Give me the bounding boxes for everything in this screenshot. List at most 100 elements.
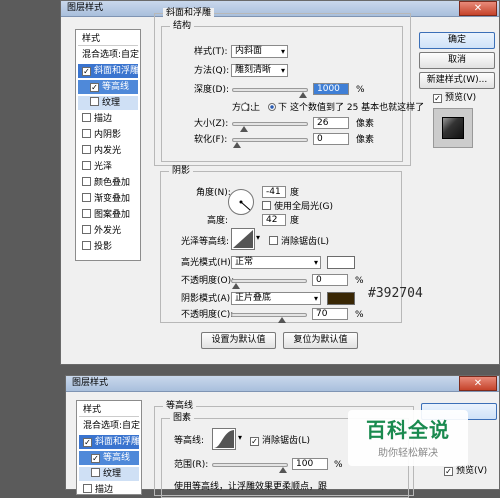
shadow-opacity-input[interactable]: 70 bbox=[312, 308, 348, 320]
checkbox-icon[interactable] bbox=[82, 161, 91, 170]
checkbox-checked-icon[interactable]: ✓ bbox=[91, 454, 100, 463]
close-button[interactable]: ✕ bbox=[459, 1, 497, 16]
sidebar-item-label: 等高线 bbox=[102, 82, 130, 92]
sidebar-item-label: 外发光 bbox=[94, 226, 122, 236]
checkbox-icon[interactable] bbox=[82, 209, 91, 218]
sidebar-item[interactable]: 样式 bbox=[79, 403, 139, 417]
contour-label: 等高线: bbox=[174, 436, 205, 446]
checkbox-checked-icon[interactable]: ✓ bbox=[82, 67, 91, 76]
sidebar-item[interactable]: 描边 bbox=[78, 112, 138, 126]
highlight-opacity-thumb[interactable] bbox=[232, 283, 240, 289]
close-button[interactable]: ✕ bbox=[459, 376, 497, 391]
dialog-title: 图层样式 bbox=[67, 3, 104, 13]
depth-input[interactable]: 1000 bbox=[313, 83, 349, 95]
technique-select[interactable]: 雕刻清晰 ▾ bbox=[231, 64, 288, 77]
size-slider-thumb[interactable] bbox=[240, 126, 249, 132]
depth-slider-thumb[interactable] bbox=[299, 92, 307, 98]
shadow-opacity-slider[interactable] bbox=[231, 313, 307, 323]
sidebar-item[interactable]: 混合选项:自定 bbox=[78, 48, 140, 62]
sidebar-item[interactable]: ✓ 斜面和浮雕 bbox=[79, 435, 140, 449]
highlight-opacity-slider[interactable] bbox=[231, 279, 307, 289]
direction-down-label: 下 bbox=[278, 103, 288, 113]
depth-slider[interactable] bbox=[232, 88, 308, 98]
checkbox-icon[interactable] bbox=[82, 129, 91, 138]
sidebar-item[interactable]: ✓ 等高线 bbox=[78, 80, 138, 94]
highlight-color-swatch[interactable] bbox=[327, 256, 355, 269]
size-slider[interactable] bbox=[232, 122, 308, 132]
angle-dial[interactable] bbox=[228, 189, 254, 215]
shadow-opacity-thumb[interactable] bbox=[278, 317, 287, 323]
soften-slider[interactable] bbox=[232, 138, 308, 148]
sidebar-item-label: 等高线 bbox=[103, 453, 131, 463]
angle-label: 角度(N): bbox=[196, 188, 231, 198]
contour-picker[interactable] bbox=[212, 428, 236, 450]
sidebar-item[interactable]: 内阴影 bbox=[78, 128, 138, 142]
checkbox-icon[interactable] bbox=[82, 225, 91, 234]
sidebar-item[interactable]: 描边 bbox=[79, 483, 139, 497]
altitude-input[interactable]: 42 bbox=[262, 214, 286, 226]
direction-up-radio[interactable]: 上 bbox=[241, 102, 260, 114]
sidebar-item[interactable]: 纹理 bbox=[79, 467, 139, 481]
ok-button[interactable]: 确定 bbox=[419, 32, 495, 49]
checkbox-icon[interactable] bbox=[83, 484, 92, 493]
sidebar-item-label: 样式 bbox=[83, 405, 102, 415]
preview-checkbox[interactable]: ✓ 预览(V) bbox=[433, 92, 476, 104]
checkbox-icon[interactable] bbox=[82, 113, 91, 122]
sidebar-item[interactable]: 图案叠加 bbox=[78, 208, 138, 222]
style-select[interactable]: 内斜面 ▾ bbox=[231, 45, 288, 58]
depth-label: 深度(D): bbox=[194, 85, 229, 95]
sidebar-item-label: 内阴影 bbox=[94, 130, 122, 140]
checkbox-checked-icon[interactable]: ✓ bbox=[90, 83, 99, 92]
preview-checkbox-2[interactable]: ✓ 预览(V) bbox=[444, 465, 487, 477]
sidebar-item-label: 内发光 bbox=[94, 146, 122, 156]
sidebar-item[interactable]: ✓ 斜面和浮雕 bbox=[78, 64, 139, 78]
shadow-mode-select[interactable]: 正片叠底 ▾ bbox=[231, 292, 321, 305]
checkbox-icon[interactable] bbox=[90, 97, 99, 106]
sidebar-item[interactable]: 颜色叠加 bbox=[78, 176, 138, 190]
sidebar-item[interactable]: 投影 bbox=[78, 240, 138, 254]
angle-input[interactable]: -41 bbox=[262, 186, 286, 198]
checkbox-checked-icon[interactable]: ✓ bbox=[83, 438, 92, 447]
highlight-opacity-input[interactable]: 0 bbox=[312, 274, 348, 286]
sidebar-item-label: 混合选项:自定 bbox=[83, 421, 141, 431]
antialias-checkbox[interactable]: 消除锯齿(L) bbox=[269, 236, 329, 248]
chevron-down-icon[interactable]: ▾ bbox=[238, 433, 242, 442]
checkbox-icon[interactable] bbox=[82, 177, 91, 186]
sidebar-item-label: 纹理 bbox=[103, 469, 122, 479]
range-unit: % bbox=[334, 460, 343, 470]
checkbox-checked-icon: ✓ bbox=[250, 437, 259, 446]
soften-input[interactable]: 0 bbox=[313, 133, 349, 145]
sidebar-item[interactable]: 光泽 bbox=[78, 160, 138, 174]
sidebar-item[interactable]: 内发光 bbox=[78, 144, 138, 158]
gloss-contour-picker[interactable] bbox=[231, 228, 255, 250]
checkbox-icon[interactable] bbox=[91, 468, 100, 477]
range-slider-thumb[interactable] bbox=[279, 467, 287, 473]
sidebar-item[interactable]: 外发光 bbox=[78, 224, 138, 238]
checkbox-icon[interactable] bbox=[82, 241, 91, 250]
highlight-mode-select[interactable]: 正常 ▾ bbox=[231, 256, 321, 269]
chevron-down-icon[interactable]: ▾ bbox=[256, 233, 260, 242]
sidebar-item[interactable]: ✓ 等高线 bbox=[79, 451, 139, 465]
range-slider[interactable] bbox=[212, 463, 288, 473]
make-default-button[interactable]: 设置为默认值 bbox=[201, 332, 276, 349]
cancel-button[interactable]: 取消 bbox=[419, 52, 495, 69]
soften-slider-thumb[interactable] bbox=[233, 142, 241, 148]
range-input[interactable]: 100 bbox=[292, 458, 328, 470]
sidebar-item[interactable]: 渐变叠加 bbox=[78, 192, 138, 206]
global-light-checkbox[interactable]: 使用全局光(G) bbox=[262, 201, 333, 213]
new-style-button[interactable]: 新建样式(W)... bbox=[419, 72, 495, 89]
antialias-checkbox-2[interactable]: ✓ 消除锯齿(L) bbox=[250, 435, 310, 447]
sidebar-item[interactable]: 纹理 bbox=[78, 96, 138, 110]
checkbox-icon[interactable] bbox=[82, 193, 91, 202]
sidebar-item-label: 混合选项:自定 bbox=[82, 50, 140, 60]
size-input[interactable]: 26 bbox=[313, 117, 349, 129]
shadow-mode-value: 正片叠底 bbox=[235, 293, 272, 303]
sidebar-item[interactable]: 样式 bbox=[78, 32, 138, 46]
dialog2-title: 图层样式 bbox=[72, 378, 109, 388]
reset-default-button[interactable]: 复位为默认值 bbox=[283, 332, 358, 349]
sidebar-item[interactable]: 混合选项:自定 bbox=[79, 419, 141, 433]
shadow-color-swatch[interactable] bbox=[327, 292, 355, 305]
checkbox-icon[interactable] bbox=[82, 145, 91, 154]
direction-down-radio[interactable]: 下 bbox=[268, 102, 287, 114]
antialias-label-2: 消除锯齿(L) bbox=[262, 436, 311, 446]
